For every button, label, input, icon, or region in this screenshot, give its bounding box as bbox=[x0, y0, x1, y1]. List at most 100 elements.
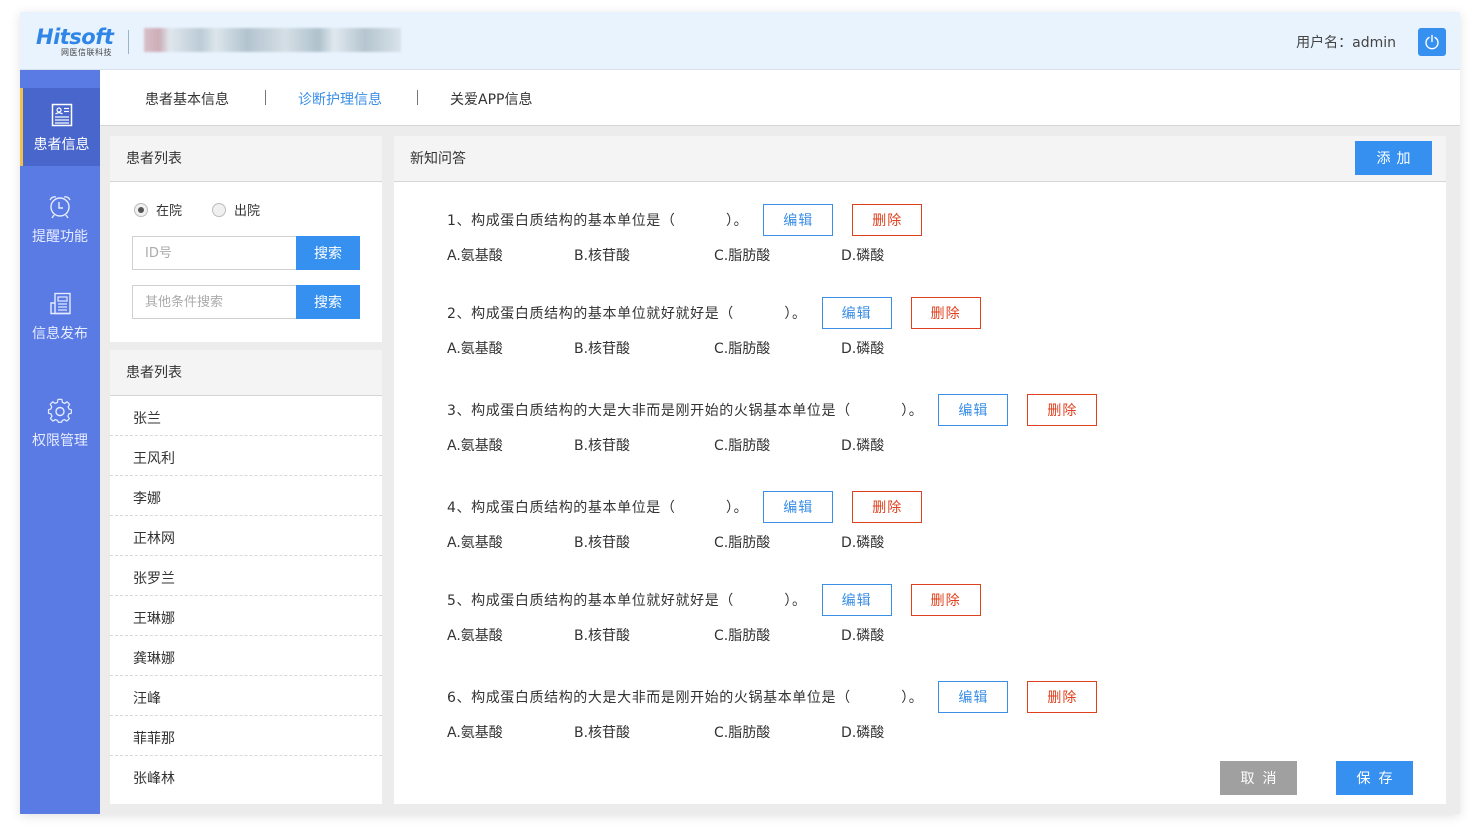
tab-patient-basic-info[interactable]: 患者基本信息 bbox=[145, 89, 229, 109]
tab-care-app-info[interactable]: 关爱APP信息 bbox=[450, 89, 532, 109]
answer-option: C.脂肪酸 bbox=[714, 628, 771, 644]
question-item: 1、构成蛋白质结构的基本单位是（ ）。 编辑 删除 A.氨基酸 B.核苷酸 C.脂肪酸 D.… bbox=[447, 204, 923, 265]
patient-list-item[interactable]: 张兰 bbox=[110, 396, 382, 436]
answer-option: A.氨基酸 bbox=[447, 535, 503, 551]
patient-list-item[interactable]: 王琳娜 bbox=[110, 596, 382, 636]
patient-list-item[interactable]: 汪峰 bbox=[110, 676, 382, 716]
delete-button[interactable]: 删除 bbox=[1027, 394, 1098, 426]
answer-options: A.氨基酸 B.核苷酸 C.脂肪酸 D.磷酸 bbox=[447, 532, 922, 552]
answer-option: B.核苷酸 bbox=[574, 535, 631, 551]
save-button[interactable]: 保存 bbox=[1336, 761, 1413, 795]
edit-button[interactable]: 编辑 bbox=[763, 204, 834, 236]
edit-button[interactable]: 编辑 bbox=[821, 297, 892, 329]
logout-button[interactable] bbox=[1418, 28, 1446, 56]
username-label: 用户名：admin bbox=[1296, 35, 1396, 51]
answer-option: A.氨基酸 bbox=[447, 438, 503, 454]
patient-search-panel: 患者列表 在院 出院 搜索 搜索 bbox=[110, 136, 382, 342]
question-text: 4、构成蛋白质结构的基本单位是（ ）。 bbox=[447, 500, 749, 516]
radio-label: 出院 bbox=[234, 204, 261, 219]
patient-list-item[interactable]: 李娜 bbox=[110, 476, 382, 516]
answer-option: D.磷酸 bbox=[841, 248, 885, 264]
panel-title: 患者列表 bbox=[110, 350, 382, 396]
answer-option: C.脂肪酸 bbox=[714, 341, 771, 357]
cancel-button[interactable]: 取消 bbox=[1220, 761, 1297, 795]
patient-list-item[interactable]: 龚琳娜 bbox=[110, 636, 382, 676]
other-search-row: 搜索 bbox=[132, 285, 360, 319]
sidebar-item-permissions[interactable]: 权限管理 bbox=[20, 386, 100, 464]
radio-in-hospital[interactable] bbox=[134, 202, 148, 217]
id-search-button[interactable]: 搜索 bbox=[296, 236, 360, 270]
question-text: 5、构成蛋白质结构的基本单位就好就好是（ ）。 bbox=[447, 593, 807, 609]
panel-title: 新知问答 添加 bbox=[394, 136, 1446, 182]
other-search-button[interactable]: 搜索 bbox=[296, 285, 360, 319]
patient-list-item[interactable]: 王风利 bbox=[110, 436, 382, 476]
add-button[interactable]: 添加 bbox=[1355, 141, 1432, 175]
qa-panel-title: 新知问答 bbox=[410, 151, 466, 167]
sidebar-item-label: 信息发布 bbox=[32, 326, 88, 342]
delete-button[interactable]: 删除 bbox=[910, 584, 981, 616]
patient-list: 张兰 王风利 李娜 正林网 张罗兰 王琳娜 龚琳娜 汪峰 菲菲那 张峰林 bbox=[110, 396, 382, 796]
qa-panel: 新知问答 添加 1、构成蛋白质结构的基本单位是（ ）。 编辑 删除 A.氨基酸 B.核苷… bbox=[394, 136, 1446, 804]
question-line: 4、构成蛋白质结构的基本单位是（ ）。 编辑 删除 bbox=[447, 491, 923, 523]
tab-diagnosis-nursing-info[interactable]: 诊断护理信息 bbox=[298, 89, 382, 109]
answer-option: B.核苷酸 bbox=[574, 341, 631, 357]
edit-button[interactable]: 编辑 bbox=[938, 394, 1009, 426]
question-line: 3、构成蛋白质结构的大是大非而是刚开始的火锅基本单位是（ ）。 编辑 删除 bbox=[447, 394, 1098, 426]
tab-divider bbox=[265, 90, 266, 105]
edit-button[interactable]: 编辑 bbox=[938, 681, 1009, 713]
delete-button[interactable]: 删除 bbox=[852, 491, 923, 523]
answer-option: A.氨基酸 bbox=[447, 725, 503, 741]
id-search-input[interactable] bbox=[132, 236, 296, 270]
logo: Hitsoft 网医信联科技 bbox=[36, 26, 114, 58]
radio-label: 在院 bbox=[156, 204, 183, 219]
top-header: Hitsoft 网医信联科技 用户名：admin bbox=[20, 12, 1460, 70]
answer-option: D.磷酸 bbox=[841, 725, 885, 741]
radio-discharged[interactable] bbox=[212, 202, 227, 217]
system-title-blurred bbox=[144, 28, 401, 52]
answer-option: A.氨基酸 bbox=[447, 628, 503, 644]
answer-option: C.脂肪酸 bbox=[714, 438, 771, 454]
answer-option: B.核苷酸 bbox=[574, 248, 631, 264]
question-item: 2、构成蛋白质结构的基本单位就好就好是（ ）。 编辑 删除 A.氨基酸 B.核苷酸 C.脂… bbox=[447, 297, 981, 358]
answer-option: C.脂肪酸 bbox=[714, 248, 771, 264]
question-text: 2、构成蛋白质结构的基本单位就好就好是（ ）。 bbox=[447, 306, 807, 322]
newspaper-icon bbox=[50, 292, 71, 315]
question-line: 5、构成蛋白质结构的基本单位就好就好是（ ）。 编辑 删除 bbox=[447, 584, 981, 616]
edit-button[interactable]: 编辑 bbox=[821, 584, 892, 616]
answer-option: A.氨基酸 bbox=[447, 248, 503, 264]
answer-option: D.磷酸 bbox=[841, 535, 885, 551]
sidebar-item-label: 提醒功能 bbox=[32, 229, 88, 245]
question-item: 6、构成蛋白质结构的大是大非而是刚开始的火锅基本单位是（ ）。 编辑 删除 A.氨基酸… bbox=[447, 681, 1098, 742]
sidebar-item-reminder[interactable]: 提醒功能 bbox=[20, 182, 100, 260]
question-item: 4、构成蛋白质结构的基本单位是（ ）。 编辑 删除 A.氨基酸 B.核苷酸 C.脂肪酸 D.… bbox=[447, 491, 923, 552]
delete-button[interactable]: 删除 bbox=[910, 297, 981, 329]
sidebar-item-patient-info[interactable]: 患者信息 bbox=[20, 88, 100, 166]
sidebar: 患者信息 提醒功能 信息发布 权限管理 bbox=[20, 70, 100, 814]
patient-list-item[interactable]: 张罗兰 bbox=[110, 556, 382, 596]
answer-option: A.氨基酸 bbox=[447, 341, 503, 357]
patient-list-item[interactable]: 菲菲那 bbox=[110, 716, 382, 756]
answer-option: D.磷酸 bbox=[841, 341, 885, 357]
delete-button[interactable]: 删除 bbox=[852, 204, 923, 236]
patient-list-panel: 患者列表 张兰 王风利 李娜 正林网 张罗兰 王琳娜 龚琳娜 汪峰 菲菲那 张峰林 bbox=[110, 350, 382, 804]
question-item: 3、构成蛋白质结构的大是大非而是刚开始的火锅基本单位是（ ）。 编辑 删除 A.氨基酸… bbox=[447, 394, 1098, 455]
id-search-row: 搜索 bbox=[132, 236, 360, 270]
question-text: 3、构成蛋白质结构的大是大非而是刚开始的火锅基本单位是（ ）。 bbox=[447, 403, 924, 419]
patient-list-item[interactable]: 张峰林 bbox=[110, 756, 382, 796]
answer-option: B.核苷酸 bbox=[574, 438, 631, 454]
answer-option: C.脂肪酸 bbox=[714, 725, 771, 741]
patient-list-item[interactable]: 正林网 bbox=[110, 516, 382, 556]
question-text: 1、构成蛋白质结构的基本单位是（ ）。 bbox=[447, 213, 749, 229]
answer-options: A.氨基酸 B.核苷酸 C.脂肪酸 D.磷酸 bbox=[447, 435, 1097, 455]
delete-button[interactable]: 删除 bbox=[1027, 681, 1098, 713]
sidebar-item-label: 患者信息 bbox=[33, 137, 90, 153]
edit-button[interactable]: 编辑 bbox=[763, 491, 834, 523]
sidebar-item-label: 权限管理 bbox=[32, 433, 88, 449]
logo-divider bbox=[128, 30, 129, 54]
alarm-clock-icon bbox=[49, 196, 71, 219]
question-line: 6、构成蛋白质结构的大是大非而是刚开始的火锅基本单位是（ ）。 编辑 删除 bbox=[447, 681, 1098, 713]
other-criteria-search-input[interactable] bbox=[132, 285, 296, 319]
sidebar-item-publish[interactable]: 信息发布 bbox=[20, 279, 100, 357]
question-item: 5、构成蛋白质结构的基本单位就好就好是（ ）。 编辑 删除 A.氨基酸 B.核苷酸 C.脂… bbox=[447, 584, 981, 645]
answer-options: A.氨基酸 B.核苷酸 C.脂肪酸 D.磷酸 bbox=[447, 245, 922, 265]
